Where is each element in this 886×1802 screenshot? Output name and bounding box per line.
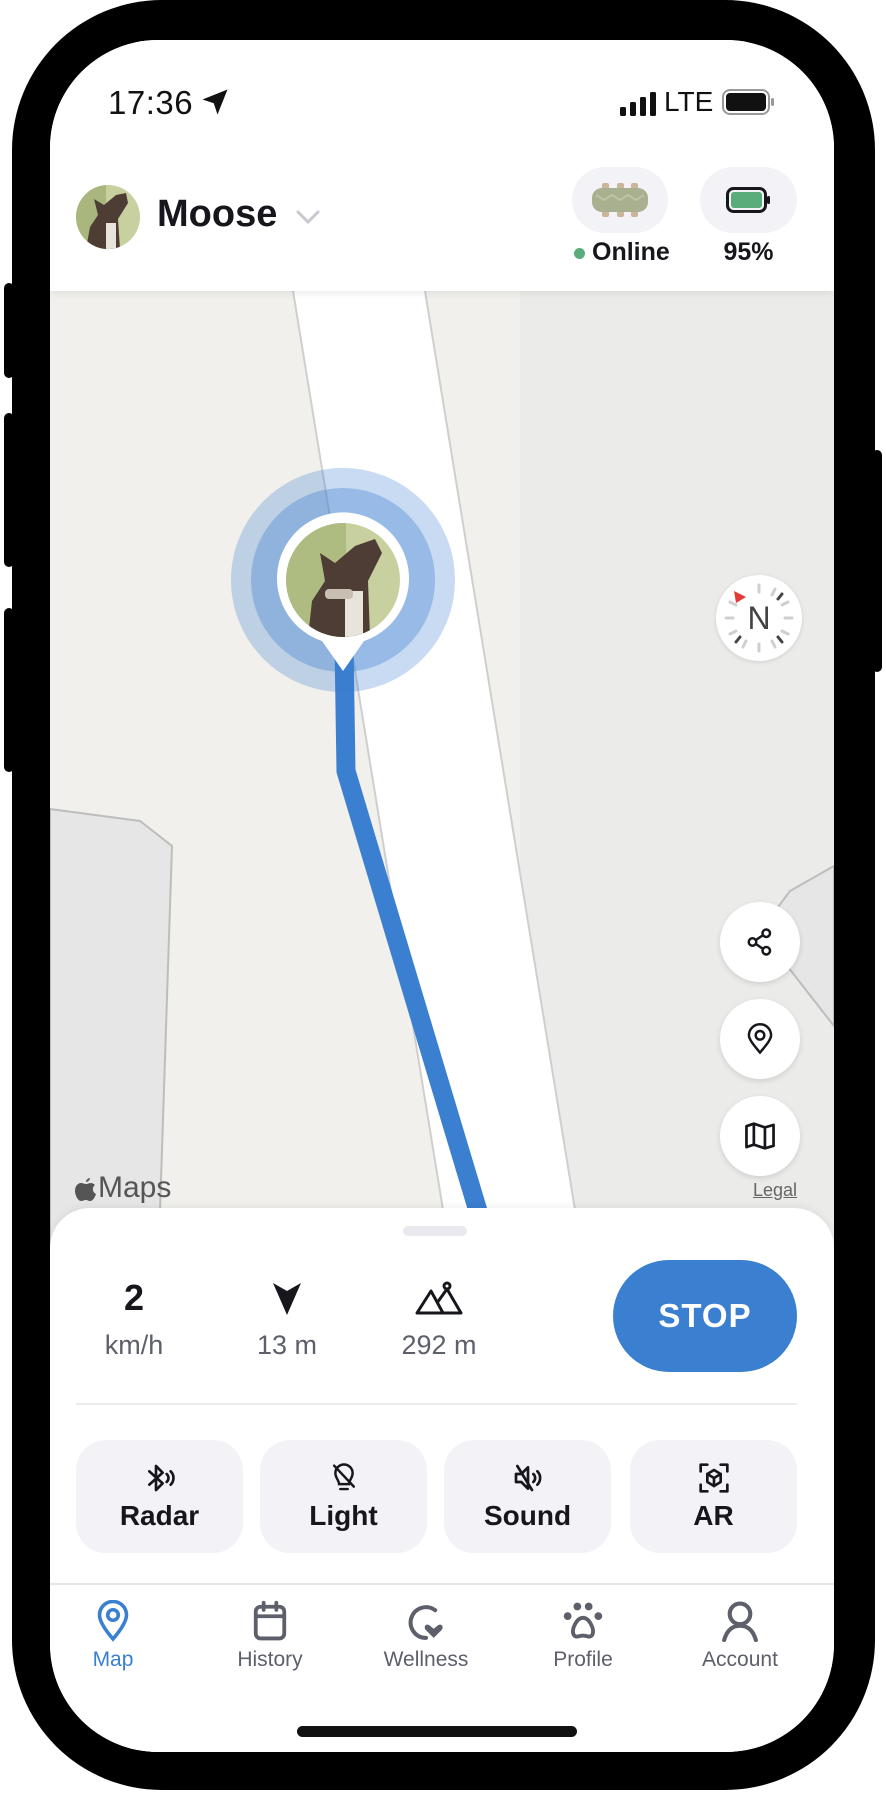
- pet-name[interactable]: Moose: [157, 193, 277, 236]
- distance-stat: 13 m: [212, 1276, 362, 1361]
- stop-button[interactable]: STOP: [613, 1260, 797, 1372]
- status-time: 17:36: [108, 84, 194, 121]
- ar-label: AR: [693, 1499, 734, 1531]
- wellness-heart-icon: [408, 1605, 443, 1640]
- maps-label: Maps: [98, 1171, 172, 1204]
- speed-value: 2: [123, 1277, 145, 1318]
- battery-icon: [722, 89, 774, 115]
- apple-logo-icon: [75, 1178, 96, 1201]
- side-button-power: [872, 450, 882, 672]
- compass-label: N: [747, 600, 770, 636]
- map-pin-icon: [97, 1600, 129, 1642]
- sheet-drag-handle[interactable]: [403, 1226, 467, 1236]
- sound-muted-icon: [514, 1464, 541, 1491]
- share-button[interactable]: [720, 902, 800, 982]
- side-button-volume-down: [4, 608, 14, 772]
- tracker-device-icon: [592, 183, 648, 217]
- person-icon: [722, 1601, 758, 1642]
- compass-north-indicator: [734, 591, 746, 603]
- tab-profile-label: Profile: [553, 1648, 613, 1671]
- light-button[interactable]: Light: [260, 1440, 427, 1553]
- tab-account-label: Account: [702, 1648, 778, 1671]
- distance-value: 13 m: [256, 1330, 318, 1360]
- compass[interactable]: N: [716, 575, 802, 661]
- tab-map-label: Map: [92, 1648, 134, 1671]
- radar-label: Radar: [119, 1499, 200, 1531]
- altitude-stat: 292 m: [364, 1276, 514, 1361]
- light-label: Light: [309, 1499, 378, 1531]
- side-button-volume-up: [4, 413, 14, 567]
- device-status-label: Online: [592, 238, 670, 266]
- legal-link[interactable]: Legal: [753, 1180, 797, 1201]
- tab-map[interactable]: Map: [50, 1600, 191, 1672]
- maps-attribution: Maps: [74, 1171, 171, 1205]
- tab-bar-divider: [50, 1583, 834, 1585]
- ar-button[interactable]: AR: [630, 1440, 797, 1553]
- battery-status-button[interactable]: [700, 167, 797, 233]
- battery-percent: 95%: [723, 238, 774, 266]
- map-canvas: [50, 291, 834, 1271]
- calendar-icon: [253, 1600, 287, 1641]
- compass-dial-icon: N: [724, 583, 794, 653]
- tab-wellness-label: Wellness: [383, 1648, 469, 1671]
- location-arrow-icon: [202, 89, 228, 115]
- map-type-button[interactable]: [720, 1096, 800, 1176]
- sound-label: Sound: [483, 1499, 572, 1531]
- chevron-down-icon[interactable]: [295, 208, 321, 226]
- tab-history-label: History: [237, 1648, 303, 1671]
- battery-icon: [726, 187, 770, 213]
- tab-wellness[interactable]: Wellness: [348, 1600, 504, 1672]
- tab-account[interactable]: Account: [662, 1600, 818, 1672]
- location-button[interactable]: [720, 999, 800, 1079]
- tab-history[interactable]: History: [192, 1600, 348, 1672]
- tab-profile[interactable]: Profile: [505, 1600, 661, 1672]
- direction-arrow-icon: [273, 1283, 301, 1315]
- map-view[interactable]: N Legal Maps: [50, 291, 834, 1271]
- divider: [76, 1403, 797, 1405]
- speed-unit: km/h: [104, 1330, 164, 1360]
- phone-screen: N Legal Maps 17:36 LTE Moose Online 95% …: [50, 40, 834, 1752]
- speed-stat: 2 km/h: [59, 1276, 209, 1361]
- online-indicator: [574, 248, 585, 259]
- bluetooth-radar-icon: [147, 1464, 175, 1491]
- pet-photo: [76, 185, 140, 249]
- device-status-button[interactable]: [572, 167, 668, 233]
- map-icon: [745, 1122, 775, 1150]
- map-pin-icon: [747, 1023, 773, 1055]
- network-type: LTE: [664, 86, 714, 117]
- ar-cube-icon: [698, 1462, 729, 1493]
- radar-button[interactable]: Radar: [76, 1440, 243, 1553]
- altitude-value: 292 m: [401, 1330, 477, 1360]
- mountain-icon: [415, 1281, 463, 1315]
- home-indicator[interactable]: [297, 1726, 577, 1737]
- pet-avatar[interactable]: [76, 185, 140, 249]
- paw-icon: [563, 1602, 603, 1639]
- share-icon: [747, 928, 772, 956]
- sound-button[interactable]: Sound: [444, 1440, 611, 1553]
- light-off-icon: [332, 1462, 355, 1490]
- side-button-mute: [4, 283, 14, 378]
- signal-icon: [620, 92, 656, 116]
- pet-marker-photo[interactable]: [286, 523, 400, 637]
